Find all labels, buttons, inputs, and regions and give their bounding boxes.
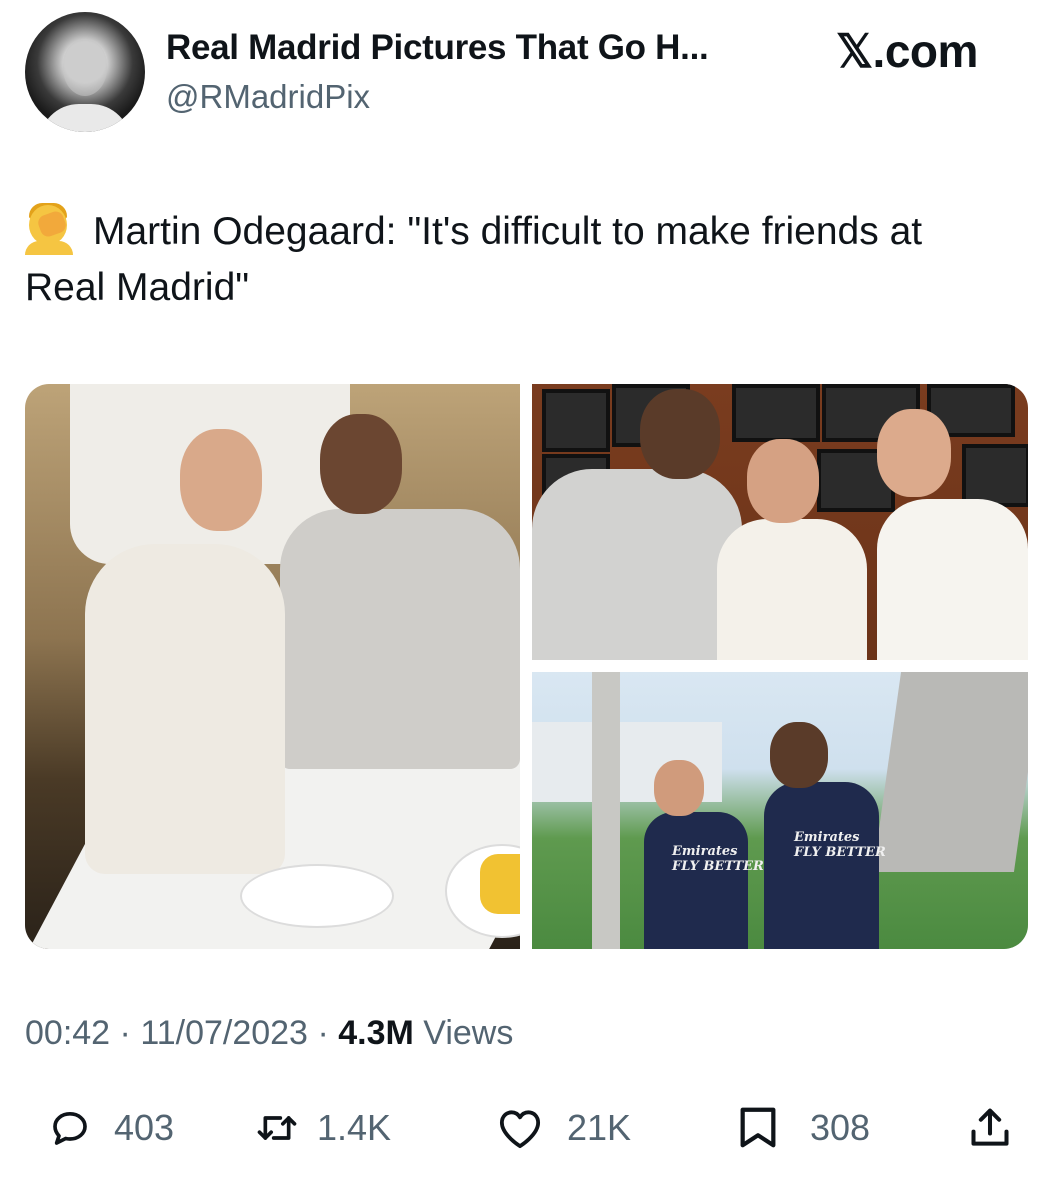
action-bar: 403 1.4K 21K 308	[0, 1098, 1052, 1158]
dinner-photo[interactable]	[25, 384, 520, 949]
meta-separator: ·	[317, 1014, 329, 1052]
tweet-meta: 00:42 · 11/07/2023 · 4.3M Views	[25, 1014, 513, 1053]
avatar[interactable]	[25, 12, 145, 132]
share-button[interactable]	[968, 1098, 1012, 1158]
bookmark-icon	[736, 1105, 780, 1151]
meta-separator: ·	[119, 1014, 131, 1052]
avatar-face	[63, 40, 107, 96]
tweet-text: Martin Odegaard: "It's difficult to make…	[25, 203, 975, 316]
kit-sponsor-2: Emirates FLY BETTER	[794, 830, 886, 860]
avatar-shoulders	[39, 104, 131, 132]
restaurant-group-photo[interactable]	[532, 384, 1028, 660]
like-count: 21K	[567, 1107, 632, 1148]
tweet-body: Martin Odegaard: "It's difficult to make…	[25, 210, 923, 309]
tweet-time[interactable]: 00:42	[25, 1014, 110, 1052]
reply-button[interactable]: 403	[50, 1098, 174, 1158]
bookmark-button[interactable]: 308	[736, 1098, 870, 1158]
x-logo: 𝕏.com	[836, 25, 978, 77]
display-name[interactable]: Real Madrid Pictures That Go H...	[166, 28, 709, 68]
reply-count: 403	[114, 1107, 175, 1148]
like-button[interactable]: 21K	[497, 1098, 631, 1158]
views-label: Views	[423, 1014, 514, 1052]
repost-icon	[255, 1108, 299, 1148]
facepalm-emoji-icon	[25, 203, 75, 255]
user-handle[interactable]: @RMadridPix	[166, 78, 370, 116]
views-count: 4.3M	[338, 1014, 414, 1052]
share-icon	[968, 1105, 1012, 1151]
media-grid: Emirates FLY BETTER Emirates FLY BETTER	[25, 384, 1028, 949]
bookmark-count: 308	[810, 1107, 871, 1148]
like-icon	[497, 1107, 543, 1149]
training-ground-photo[interactable]: Emirates FLY BETTER Emirates FLY BETTER	[532, 672, 1028, 949]
repost-button[interactable]: 1.4K	[255, 1098, 391, 1158]
repost-count: 1.4K	[317, 1107, 392, 1148]
kit-sponsor-1: Emirates FLY BETTER	[672, 844, 764, 874]
reply-icon	[50, 1108, 90, 1148]
tweet-date[interactable]: 11/07/2023	[140, 1014, 308, 1052]
